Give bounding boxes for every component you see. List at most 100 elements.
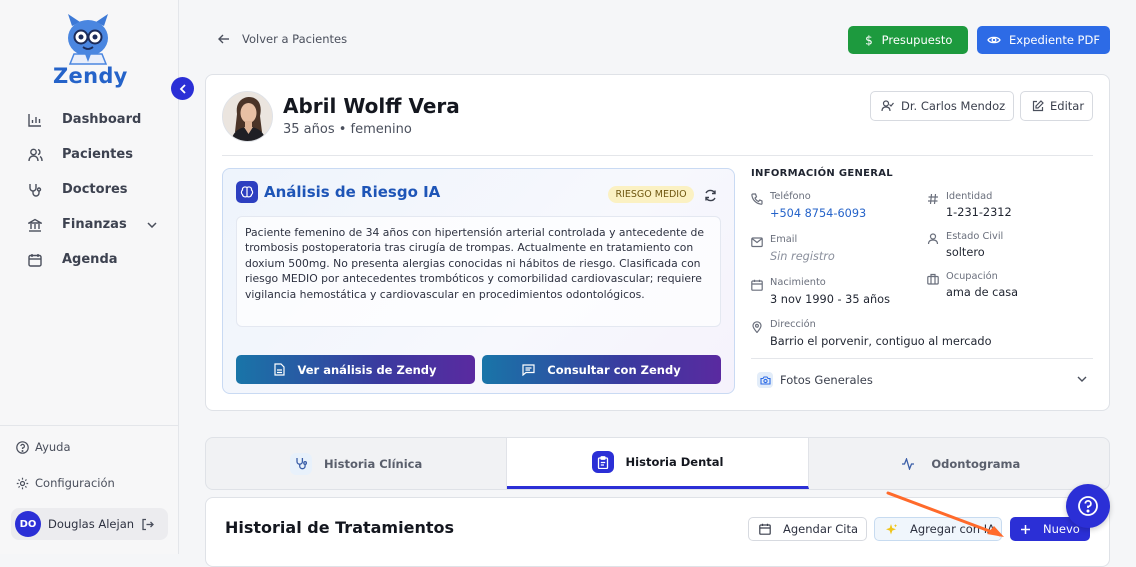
refresh-icon[interactable] [704,189,717,202]
address-label: Dirección [770,319,816,330]
tab-clinical-history[interactable]: Historia Clínica [206,438,508,489]
user-check-icon [881,100,894,112]
schedule-appointment-button[interactable]: Agendar Cita [748,517,867,541]
schedule-label: Agendar Cita [783,522,859,536]
sidebar: Zendy Dashboard Pacientes Doctores Finan… [0,0,179,554]
stethoscope-icon [28,183,44,197]
view-analysis-button[interactable]: Ver análisis de Zendy [236,355,475,384]
assigned-doctor-button[interactable]: Dr. Carlos Mendoza [870,91,1014,121]
eye-icon [987,36,1001,44]
ai-risk-title: Análisis de Riesgo IA [264,183,441,201]
civil-status-value: soltero [946,246,985,259]
help-link[interactable]: Ayuda [16,440,71,454]
sidebar-item-agenda[interactable]: Agenda [22,242,167,277]
settings-link[interactable]: Configuración [16,476,115,490]
users-icon [28,148,44,162]
tab-dental-history[interactable]: Historia Dental [507,438,809,489]
logout-icon[interactable] [141,518,154,531]
dollar-icon: $ [865,34,873,46]
edit-icon [1032,100,1044,112]
sidebar-item-finanzas[interactable]: Finanzas [22,207,167,242]
phone-label: Teléfono [770,191,811,202]
sidebar-item-label: Finanzas [62,217,127,232]
help-label: Ayuda [35,440,71,454]
chevron-left-icon [179,83,186,94]
calendar-icon [751,279,763,291]
treatments-title: Historial de Tratamientos [225,518,454,537]
info-divider [751,358,1093,359]
hash-icon [927,193,939,205]
patient-subtitle: 35 años • femenino [283,122,412,137]
sidebar-item-label: Agenda [62,252,118,267]
map-pin-icon [751,321,763,333]
user-profile[interactable]: DO Douglas Alejandro [11,508,168,540]
consult-zendy-button[interactable]: Consultar con Zendy [482,355,721,384]
card-divider [222,155,1093,156]
phone-value[interactable]: +504 8754-6093 [770,207,866,220]
edit-label: Editar [1050,99,1085,113]
occupation-value: ama de casa [946,286,1019,299]
sidebar-item-label: Doctores [62,182,128,197]
consult-label: Consultar con Zendy [547,362,681,377]
address-value: Barrio el porvenir, contiguo al mercado [770,335,992,348]
chevron-down-icon [147,221,157,228]
occupation-label: Ocupación [946,271,998,282]
activity-icon [897,453,919,475]
sidebar-item-doctores[interactable]: Doctores [22,172,167,207]
tab-label: Historia Dental [625,455,724,469]
chevron-down-icon[interactable] [1077,376,1087,382]
calendar-icon [28,253,44,267]
sidebar-item-pacientes[interactable]: Pacientes [22,137,167,172]
new-label: Nuevo [1043,522,1080,536]
user-name: Douglas Alejandro [48,517,134,531]
patient-photo [222,91,273,142]
bank-icon [28,218,44,232]
budget-label: Presupuesto [881,33,953,47]
calendar-icon [759,523,771,535]
general-info-title: INFORMACIÓN GENERAL [751,168,893,179]
identity-label: Identidad [946,191,993,202]
question-circle-icon [1078,496,1098,516]
sidebar-item-dashboard[interactable]: Dashboard [22,102,167,137]
budget-button[interactable]: $ Presupuesto [848,26,968,54]
brand-name: Zendy [53,64,128,88]
sidebar-footer [0,425,179,426]
help-fab-button[interactable] [1066,484,1110,528]
civil-status-label: Estado Civil [946,231,1004,242]
photos-label: Fotos Generales [780,373,873,387]
patient-tabs: Historia Clínica Historia Dental Odontog… [205,437,1110,490]
settings-label: Configuración [35,476,115,490]
ai-risk-summary: Paciente femenino de 34 años con hiperte… [236,216,721,327]
back-label: Volver a Pacientes [242,32,348,46]
identity-value: 1-231-2312 [946,206,1012,219]
general-photos-toggle[interactable]: Fotos Generales [757,372,873,388]
tab-label: Odontograma [931,456,1021,471]
pdf-record-button[interactable]: Expediente PDF [977,26,1110,54]
patient-name: Abril Wolff Vera [283,94,460,118]
arrow-left-icon [218,34,229,44]
back-to-patients-link[interactable]: Volver a Pacientes [218,32,347,46]
edit-button[interactable]: Editar [1020,91,1093,121]
question-circle-icon [16,440,29,454]
sidebar-collapse-button[interactable] [171,77,194,100]
user-icon [927,233,939,245]
briefcase-icon [927,273,939,285]
doctor-label: Dr. Carlos Mendoza [901,99,1006,113]
gear-icon [16,477,29,490]
bar-chart-icon [28,113,44,127]
sidebar-item-label: Pacientes [62,147,133,162]
stethoscope-icon [290,452,313,475]
camera-icon [757,372,773,388]
birth-value: 3 nov 1990 - 35 años [770,293,890,306]
document-icon [274,363,286,376]
plus-icon [1021,524,1030,534]
birth-label: Nacimiento [770,277,826,288]
view-analysis-label: Ver análisis de Zendy [297,362,437,377]
email-label: Email [770,234,798,245]
tab-label: Historia Clínica [324,456,423,471]
mail-icon [751,236,763,248]
tab-odontogram[interactable]: Odontograma [809,438,1109,489]
sidebar-nav: Dashboard Pacientes Doctores Finanzas Ag… [22,102,167,277]
phone-icon [751,193,763,205]
email-value: Sin registro [770,250,835,263]
